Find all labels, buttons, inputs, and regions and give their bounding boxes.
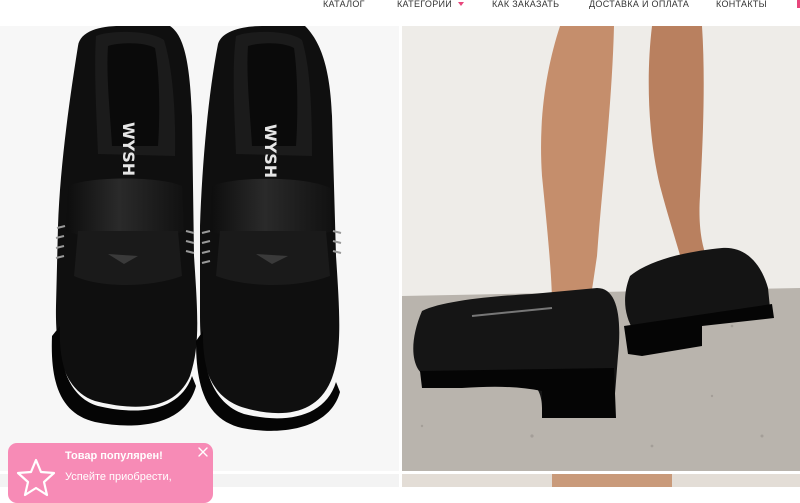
top-navigation: КАТАЛОГ КАТЕГОРИИ КАК ЗАКАЗАТЬ ДОСТАВКА …	[0, 0, 800, 18]
product-photo[interactable]	[402, 474, 800, 487]
loafers-top-view-illustration: WYSH WYSH	[51, 26, 342, 431]
nav-item-how-to-order[interactable]: КАК ЗАКАЗАТЬ	[492, 0, 559, 9]
toast-text: Успейте приобрести,	[65, 471, 172, 483]
nav-item-catalog[interactable]: КАТАЛОГ	[323, 0, 365, 9]
nav-item-categories[interactable]: КАТЕГОРИИ	[397, 0, 465, 9]
chevron-down-icon	[458, 2, 465, 6]
brand-mark: WYSH	[119, 122, 138, 176]
nav-item-label: ДОСТАВКА И ОПЛАТА	[589, 0, 690, 9]
product-photo-on-feet[interactable]	[402, 26, 800, 471]
product-photo-top-view[interactable]: WYSH WYSH	[0, 26, 399, 471]
close-icon[interactable]	[197, 446, 209, 458]
brand-mark: WYSH	[261, 124, 280, 178]
nav-item-delivery-payment[interactable]: ДОСТАВКА И ОПЛАТА	[589, 0, 689, 9]
next-photo-preview	[552, 474, 672, 487]
left-loafer: WYSH	[51, 26, 198, 426]
nav-item-label: КОНТАКТЫ	[716, 0, 767, 9]
star-icon	[16, 458, 56, 497]
nav-item-contacts[interactable]: КОНТАКТЫ	[716, 0, 767, 9]
nav-item-label: КАК ЗАКАЗАТЬ	[492, 0, 560, 9]
nav-item-label: КАТАЛОГ	[323, 0, 365, 9]
loafers-worn-illustration	[402, 26, 800, 471]
right-loafer: WYSH	[196, 26, 342, 431]
toast-title: Товар популярен!	[65, 450, 163, 462]
popular-product-toast: Товар популярен! Успейте приобрести,	[8, 443, 213, 503]
nav-item-label: КАТЕГОРИИ	[397, 0, 453, 9]
